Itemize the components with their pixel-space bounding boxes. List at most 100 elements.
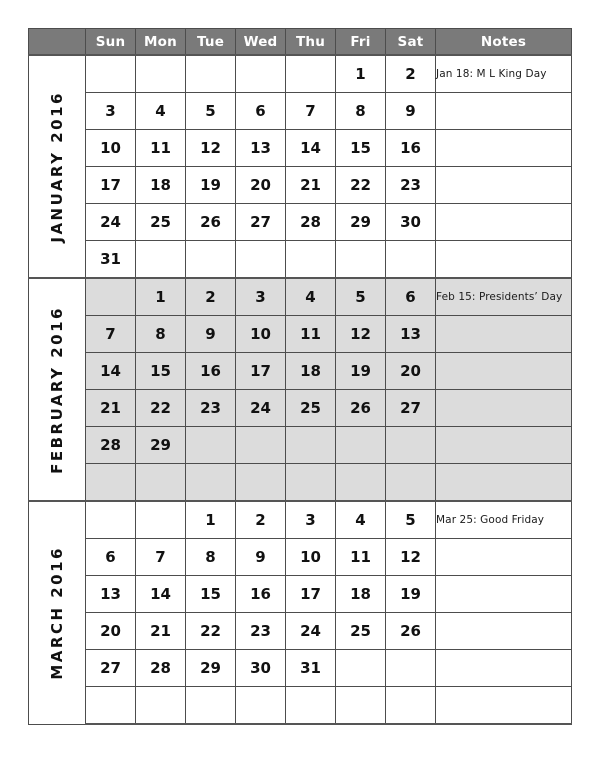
day-cell[interactable]: 5 xyxy=(385,500,436,539)
day-cell[interactable]: 31 xyxy=(85,240,136,279)
day-cell[interactable]: 3 xyxy=(235,277,286,316)
day-cell[interactable]: 8 xyxy=(185,538,236,576)
day-cell[interactable]: 13 xyxy=(385,315,436,353)
day-cell[interactable]: 14 xyxy=(285,129,336,167)
notes-cell[interactable]: Jan 18: M L King Day xyxy=(435,54,572,93)
notes-cell-empty[interactable] xyxy=(435,240,572,279)
day-cell[interactable]: 18 xyxy=(285,352,336,390)
notes-cell-empty[interactable] xyxy=(435,538,572,576)
day-cell[interactable]: 29 xyxy=(135,426,186,464)
day-cell[interactable]: 17 xyxy=(85,166,136,204)
notes-cell-empty[interactable] xyxy=(435,686,572,725)
day-cell[interactable]: 17 xyxy=(285,575,336,613)
day-cell[interactable]: 22 xyxy=(135,389,186,427)
day-cell[interactable]: 18 xyxy=(135,166,186,204)
day-cell[interactable]: 29 xyxy=(335,203,386,241)
day-cell[interactable]: 20 xyxy=(235,166,286,204)
notes-cell-empty[interactable] xyxy=(435,426,572,464)
day-cell[interactable]: 27 xyxy=(235,203,286,241)
day-cell[interactable]: 26 xyxy=(335,389,386,427)
day-cell[interactable]: 10 xyxy=(285,538,336,576)
notes-cell-empty[interactable] xyxy=(435,166,572,204)
day-cell[interactable]: 1 xyxy=(185,500,236,539)
notes-cell-empty[interactable] xyxy=(435,575,572,613)
day-cell[interactable]: 5 xyxy=(185,92,236,130)
day-cell[interactable]: 20 xyxy=(85,612,136,650)
day-cell[interactable]: 23 xyxy=(385,166,436,204)
day-cell[interactable]: 30 xyxy=(385,203,436,241)
day-cell[interactable]: 4 xyxy=(135,92,186,130)
day-cell[interactable]: 19 xyxy=(335,352,386,390)
day-cell[interactable]: 23 xyxy=(185,389,236,427)
day-cell[interactable]: 24 xyxy=(85,203,136,241)
day-cell[interactable]: 15 xyxy=(335,129,386,167)
day-cell[interactable]: 3 xyxy=(85,92,136,130)
day-cell[interactable]: 2 xyxy=(235,500,286,539)
day-cell[interactable]: 10 xyxy=(85,129,136,167)
day-cell[interactable]: 28 xyxy=(135,649,186,687)
day-cell[interactable]: 14 xyxy=(85,352,136,390)
day-cell[interactable]: 12 xyxy=(385,538,436,576)
day-cell[interactable]: 2 xyxy=(385,54,436,93)
day-cell[interactable]: 31 xyxy=(285,649,336,687)
day-cell[interactable]: 7 xyxy=(135,538,186,576)
notes-cell-empty[interactable] xyxy=(435,129,572,167)
day-cell[interactable]: 4 xyxy=(285,277,336,316)
day-cell[interactable]: 26 xyxy=(185,203,236,241)
day-cell[interactable]: 8 xyxy=(135,315,186,353)
day-cell[interactable]: 17 xyxy=(235,352,286,390)
notes-cell-empty[interactable] xyxy=(435,649,572,687)
day-cell[interactable]: 25 xyxy=(285,389,336,427)
day-cell[interactable]: 22 xyxy=(185,612,236,650)
day-cell[interactable]: 27 xyxy=(385,389,436,427)
day-cell[interactable]: 29 xyxy=(185,649,236,687)
day-cell[interactable]: 16 xyxy=(385,129,436,167)
day-cell[interactable]: 16 xyxy=(185,352,236,390)
day-cell[interactable]: 24 xyxy=(235,389,286,427)
day-cell[interactable]: 7 xyxy=(85,315,136,353)
day-cell[interactable]: 15 xyxy=(185,575,236,613)
day-cell[interactable]: 6 xyxy=(85,538,136,576)
day-cell[interactable]: 11 xyxy=(335,538,386,576)
day-cell[interactable]: 19 xyxy=(185,166,236,204)
day-cell[interactable]: 5 xyxy=(335,277,386,316)
day-cell[interactable]: 6 xyxy=(385,277,436,316)
day-cell[interactable]: 8 xyxy=(335,92,386,130)
day-cell[interactable]: 21 xyxy=(285,166,336,204)
day-cell[interactable]: 26 xyxy=(385,612,436,650)
day-cell[interactable]: 1 xyxy=(135,277,186,316)
day-cell[interactable]: 9 xyxy=(185,315,236,353)
day-cell[interactable]: 1 xyxy=(335,54,386,93)
notes-cell-empty[interactable] xyxy=(435,203,572,241)
day-cell[interactable]: 15 xyxy=(135,352,186,390)
day-cell[interactable]: 12 xyxy=(185,129,236,167)
day-cell[interactable]: 6 xyxy=(235,92,286,130)
notes-cell-empty[interactable] xyxy=(435,463,572,502)
day-cell[interactable]: 3 xyxy=(285,500,336,539)
day-cell[interactable]: 27 xyxy=(85,649,136,687)
day-cell[interactable]: 23 xyxy=(235,612,286,650)
day-cell[interactable]: 22 xyxy=(335,166,386,204)
day-cell[interactable]: 18 xyxy=(335,575,386,613)
day-cell[interactable]: 24 xyxy=(285,612,336,650)
notes-cell-empty[interactable] xyxy=(435,92,572,130)
day-cell[interactable]: 13 xyxy=(235,129,286,167)
day-cell[interactable]: 28 xyxy=(285,203,336,241)
day-cell[interactable]: 19 xyxy=(385,575,436,613)
day-cell[interactable]: 2 xyxy=(185,277,236,316)
day-cell[interactable]: 9 xyxy=(235,538,286,576)
notes-cell-empty[interactable] xyxy=(435,389,572,427)
day-cell[interactable]: 11 xyxy=(135,129,186,167)
day-cell[interactable]: 25 xyxy=(335,612,386,650)
day-cell[interactable]: 14 xyxy=(135,575,186,613)
day-cell[interactable]: 13 xyxy=(85,575,136,613)
day-cell[interactable]: 25 xyxy=(135,203,186,241)
notes-cell-empty[interactable] xyxy=(435,612,572,650)
day-cell[interactable]: 21 xyxy=(85,389,136,427)
day-cell[interactable]: 20 xyxy=(385,352,436,390)
day-cell[interactable]: 30 xyxy=(235,649,286,687)
day-cell[interactable]: 12 xyxy=(335,315,386,353)
notes-cell[interactable]: Mar 25: Good Friday xyxy=(435,500,572,539)
day-cell[interactable]: 28 xyxy=(85,426,136,464)
notes-cell[interactable]: Feb 15: Presidents’ Day xyxy=(435,277,572,316)
